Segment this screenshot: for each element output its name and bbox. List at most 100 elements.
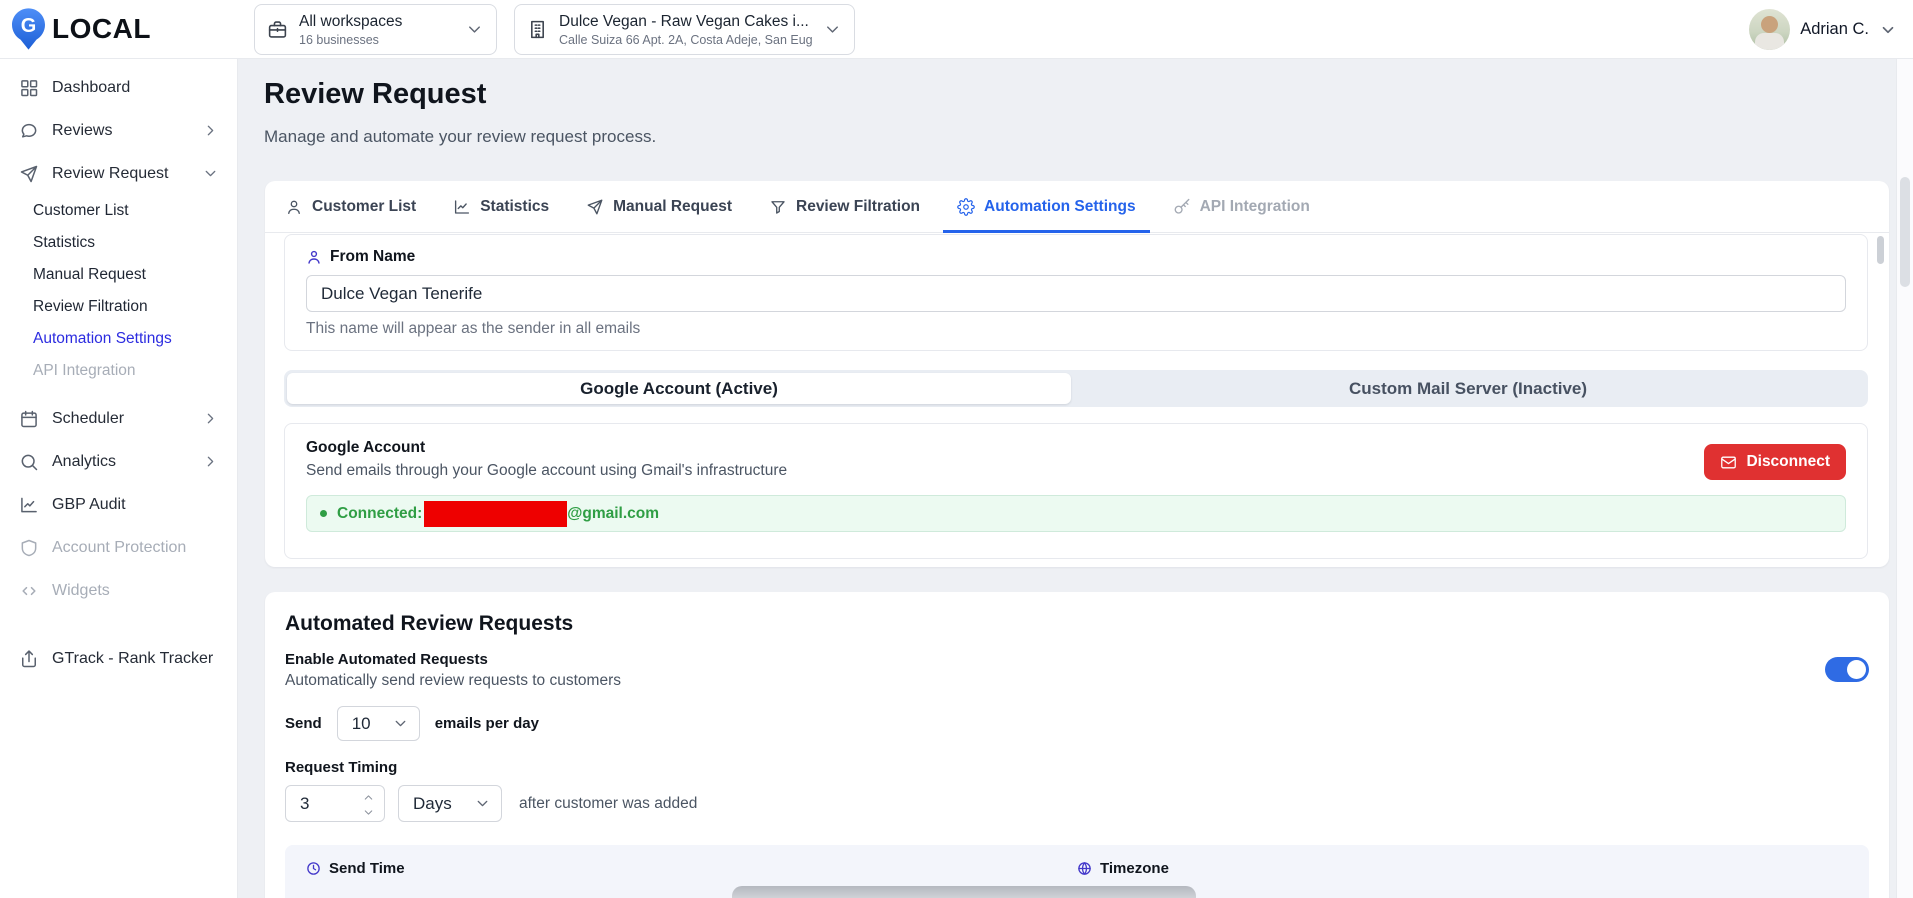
chat-bubble-icon <box>19 121 39 141</box>
tab-api-integration[interactable]: API Integration <box>1173 181 1310 232</box>
tab-statistics[interactable]: Statistics <box>453 181 549 232</box>
sidebar-subitem-customer-list[interactable]: Customer List <box>0 195 237 227</box>
dashboard-grid-icon <box>19 78 39 98</box>
globe-icon <box>1077 861 1092 876</box>
tab-label: API Integration <box>1199 197 1310 215</box>
sidebar-item-account-protection[interactable]: Account Protection <box>0 526 237 569</box>
main-content: Review Request Manage and automate your … <box>238 59 1896 898</box>
business-selector[interactable]: Dulce Vegan - Raw Vegan Cakes i... Calle… <box>514 4 855 55</box>
emails-per-day-select[interactable]: 10 <box>336 706 420 741</box>
app-logo[interactable]: G LOCAL <box>12 8 151 50</box>
logo-pin-icon: G <box>12 8 45 50</box>
tab-label: Customer List <box>312 197 417 215</box>
number-stepper[interactable] <box>362 791 375 819</box>
sidebar-subitem-statistics[interactable]: Statistics <box>0 227 237 259</box>
emails-per-day-value: 10 <box>351 713 371 733</box>
enable-automated-toggle[interactable] <box>1825 657 1869 682</box>
top-header: G LOCAL All workspaces 16 businesses Dul… <box>0 0 1913 59</box>
sidebar-subitem-api-integration[interactable]: API Integration <box>0 355 237 387</box>
request-timing-label: Request Timing <box>285 759 398 776</box>
google-account-description: Send emails through your Google account … <box>306 462 788 479</box>
person-icon <box>285 198 303 216</box>
chevron-down-icon <box>202 165 219 182</box>
sidebar-item-label: Dashboard <box>52 78 131 96</box>
timezone-label: Timezone <box>1100 860 1169 877</box>
chevron-down-icon <box>392 715 409 732</box>
tab-customer-list[interactable]: Customer List <box>285 181 416 232</box>
sidebar-item-reviews[interactable]: Reviews <box>0 109 237 152</box>
sidebar-item-label: GBP Audit <box>52 495 126 513</box>
enable-automated-description: Automatically send review requests to cu… <box>285 672 621 689</box>
google-account-segment[interactable]: Google Account (Active) <box>287 373 1071 404</box>
from-name-helper: This name will appear as the sender in a… <box>306 320 641 337</box>
tab-manual-request[interactable]: Manual Request <box>586 181 732 232</box>
shield-icon <box>19 538 39 558</box>
building-icon <box>527 19 548 40</box>
send-icon <box>586 198 604 216</box>
logo-text: LOCAL <box>52 13 151 44</box>
custom-mail-server-segment[interactable]: Custom Mail Server (Inactive) <box>1071 373 1865 404</box>
status-dot <box>320 510 327 517</box>
sidebar-item-widgets[interactable]: Widgets <box>0 569 237 612</box>
tab-label: Review Filtration <box>796 197 921 215</box>
svg-text:G: G <box>21 15 37 37</box>
tab-review-filtration[interactable]: Review Filtration <box>769 181 920 232</box>
sidebar-item-label: Scheduler <box>52 409 125 427</box>
workspace-subtitle: 16 businesses <box>299 32 379 47</box>
chevron-right-icon <box>202 410 219 427</box>
enable-automated-label: Enable Automated Requests <box>285 651 488 668</box>
gear-icon <box>957 197 975 216</box>
sidebar-item-analytics[interactable]: Analytics <box>0 440 237 483</box>
user-menu[interactable]: Adrian C. <box>1749 0 1897 59</box>
automated-section-title: Automated Review Requests <box>285 612 574 635</box>
emails-per-day-suffix: emails per day <box>434 715 539 732</box>
mail-mode-switcher: Google Account (Active) Custom Mail Serv… <box>284 370 1868 407</box>
card-scrollbar-thumb[interactable] <box>1877 236 1884 264</box>
chevron-right-icon <box>202 122 219 139</box>
chevron-down-icon <box>1879 21 1897 39</box>
sidebar-item-label: Account Protection <box>52 538 187 556</box>
briefcase-icon <box>267 19 288 40</box>
disconnect-label: Disconnect <box>1746 453 1830 470</box>
from-name-section: From Name This name will appear as the s… <box>284 234 1868 351</box>
sidebar-subitem-review-filtration[interactable]: Review Filtration <box>0 291 237 323</box>
external-share-icon <box>19 649 39 669</box>
workspace-selector[interactable]: All workspaces 16 businesses <box>254 4 497 55</box>
sidebar-item-label: Review Request <box>52 164 169 182</box>
funnel-icon <box>769 198 787 216</box>
emails-per-day-row: Send 10 emails per day <box>285 706 1869 741</box>
calendar-icon <box>19 409 39 429</box>
enable-automated-row: Enable Automated Requests Automatically … <box>285 651 1869 690</box>
chart-line-icon <box>19 495 39 515</box>
sidebar-item-scheduler[interactable]: Scheduler <box>0 397 237 440</box>
sidebar-subitem-manual-request[interactable]: Manual Request <box>0 259 237 291</box>
timing-value-field[interactable] <box>286 786 356 821</box>
window-scrollbar[interactable] <box>1896 59 1913 898</box>
tab-label: Manual Request <box>613 197 732 215</box>
timing-number-input <box>285 785 385 822</box>
chevron-down-icon <box>823 20 842 39</box>
disconnect-button[interactable]: Disconnect <box>1704 444 1846 480</box>
from-name-input[interactable] <box>306 275 1846 312</box>
sidebar-item-dashboard[interactable]: Dashboard <box>0 66 237 109</box>
user-name: Adrian C. <box>1800 20 1869 38</box>
send-label: Send <box>285 715 322 732</box>
sidebar-item-label: GTrack - Rank Tracker <box>52 649 214 667</box>
google-account-section: Google Account Send emails through your … <box>284 423 1868 559</box>
workspace-title: All workspaces <box>299 12 403 30</box>
timing-unit-value: Days <box>413 793 452 813</box>
chevron-right-icon <box>202 453 219 470</box>
chart-icon <box>453 198 471 216</box>
window-scrollbar-thumb[interactable] <box>1900 177 1910 287</box>
timing-unit-select[interactable]: Days <box>398 785 502 822</box>
request-timing-row: Days after customer was added <box>285 785 1869 822</box>
sidebar-subitem-automation-settings[interactable]: Automation Settings <box>0 323 237 355</box>
send-time-label: Send Time <box>329 860 405 877</box>
page-title: Review Request <box>264 78 487 110</box>
sidebar-item-gtrack[interactable]: GTrack - Rank Tracker <box>0 637 237 680</box>
sidebar-item-review-request[interactable]: Review Request <box>0 152 237 195</box>
sidebar-item-gbp-audit[interactable]: GBP Audit <box>0 483 237 526</box>
tab-automation-settings[interactable]: Automation Settings <box>943 181 1150 233</box>
connected-status-banner: Connected: @gmail.com <box>306 495 1846 532</box>
key-icon <box>1173 198 1191 216</box>
